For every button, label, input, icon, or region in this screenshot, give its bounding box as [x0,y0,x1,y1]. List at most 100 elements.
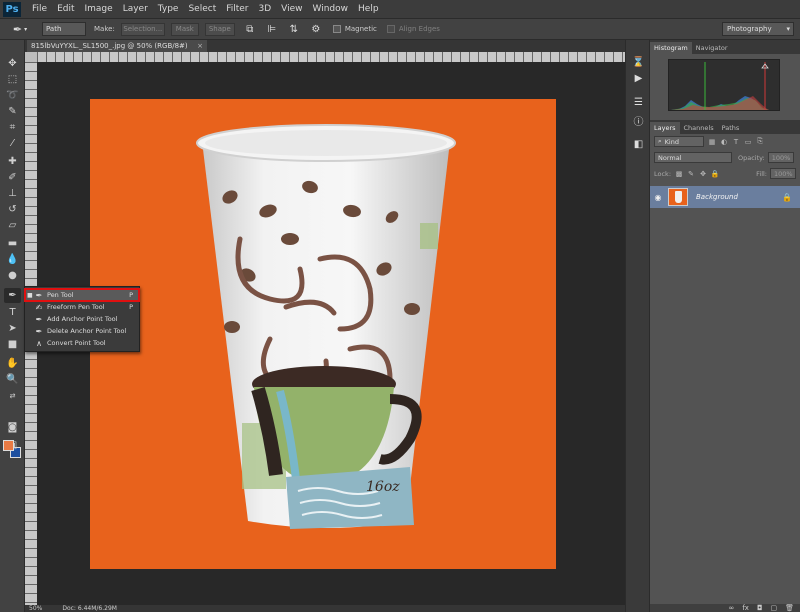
lock-position-icon[interactable]: ✥ [699,170,707,178]
tab-navigator[interactable]: Navigator [692,42,732,54]
flyout-item-delete-anchor-point-tool[interactable]: ✒ Delete Anchor Point Tool [25,325,139,337]
type-filter-icon[interactable]: T [732,138,740,146]
tab-histogram[interactable]: Histogram [650,42,692,54]
adjustment-filter-icon[interactable]: ◐ [720,138,728,146]
cup-size-label: 16oz [366,479,400,495]
fill-input[interactable]: 100% [770,168,796,179]
shape-filter-icon[interactable]: ▭ [744,138,752,146]
flyout-item-add-anchor-point-tool[interactable]: ✒ Add Anchor Point Tool [25,313,139,325]
path-alignment-icon[interactable]: ⊫ [265,22,279,36]
eye-icon[interactable]: ◉ [650,193,666,202]
document-canvas[interactable]: 16oz [90,99,556,569]
close-icon[interactable]: × [197,42,203,50]
ruler-origin[interactable] [25,52,37,62]
chevron-down-icon: ▾ [24,25,28,33]
path-selection-tool-icon[interactable]: ➤ [4,321,21,336]
right-panels: Histogram Navigator Layers Channels Path… [650,40,800,612]
history-panel-icon[interactable]: ⌛ [632,56,645,69]
actions-panel-icon[interactable]: ▶ [632,72,645,85]
menu-window[interactable]: Window [308,4,354,14]
blur-tool-icon[interactable]: 💧 [4,252,21,267]
default-colors-icon[interactable]: ⇄ [4,388,21,403]
flyout-item-pen-tool[interactable]: ■ ✒ Pen Tool P [24,288,140,302]
menu-layer[interactable]: Layer [118,4,153,14]
layer-row-background[interactable]: ◉ Background 🔒 [650,186,800,208]
lock-image-icon[interactable]: ✎ [687,170,695,178]
menu-file[interactable]: File [27,4,52,14]
layer-kind-filter[interactable]: ⌕ Kind [654,136,704,147]
menu-type[interactable]: Type [153,4,184,14]
tab-paths[interactable]: Paths [718,122,744,134]
menu-image[interactable]: Image [80,4,118,14]
flyout-item-convert-point-tool[interactable]: ∧ Convert Point Tool [25,337,139,349]
align-edges-checkbox[interactable] [386,25,395,33]
lock-label: Lock: [654,169,672,178]
horizontal-ruler[interactable] [37,52,625,62]
make-shape-button[interactable]: Shape [204,22,235,36]
menu-edit[interactable]: Edit [52,4,79,14]
pixel-filter-icon[interactable]: ▦ [708,138,716,146]
new-layer-icon[interactable]: ▢ [770,604,777,612]
gradient-tool-icon[interactable]: ▬ [4,236,21,251]
lasso-tool-icon[interactable]: ➰ [4,88,21,103]
delete-anchor-icon: ✒ [35,326,43,336]
crop-tool-icon[interactable]: ⌗ [4,120,21,135]
pen-icon: ✒ [35,290,43,300]
info-panel-icon[interactable]: ⓘ [632,114,645,128]
layer-style-icon[interactable]: fx [742,604,749,612]
properties-panel-icon[interactable]: ☰ [632,96,645,109]
quick-mask-icon[interactable]: ◙ [4,420,21,435]
clone-stamp-tool-icon[interactable]: ⊥ [4,186,21,201]
document-tab[interactable]: 815lbVuYYXL._SL1500_.jpg @ 50% (RGB/8#) … [27,40,207,52]
hand-tool-icon[interactable]: ✋ [4,356,21,371]
type-tool-icon[interactable]: T [4,305,21,320]
rectangle-tool-icon[interactable]: ■ [4,337,21,352]
opacity-label: Opacity: [738,153,765,162]
brush-tool-icon[interactable]: ✐ [4,170,21,185]
marquee-tool-icon[interactable]: ⬚ [4,72,21,87]
path-arrangement-icon[interactable]: ⇅ [287,22,301,36]
workspace-select[interactable]: Photography ▾ [722,22,794,36]
link-layers-icon[interactable]: ∞ [728,604,734,612]
zoom-level[interactable]: 50% [29,605,42,612]
make-mask-button[interactable]: Mask [170,22,199,36]
tab-channels[interactable]: Channels [680,122,718,134]
foreground-color-swatch[interactable] [3,440,14,451]
histogram-chart [671,62,769,110]
layer-filter-row: ⌕ Kind ▦ ◐ T ▭ ⎘ [654,136,796,147]
tool-mode-select[interactable]: Path [42,22,86,36]
path-operations-icon[interactable]: ⧉ [243,22,257,36]
flyout-item-freeform-pen-tool[interactable]: ✍ Freeform Pen Tool P [25,301,139,313]
add-mask-icon[interactable]: ◘ [757,604,763,612]
chevron-down-icon: ▾ [786,25,790,33]
eraser-tool-icon[interactable]: ▱ [4,218,21,233]
trash-icon[interactable]: 🗑 [785,604,794,612]
move-tool-icon[interactable]: ✥ [4,56,21,71]
menu-select[interactable]: Select [183,4,221,14]
quick-selection-tool-icon[interactable]: ✎ [4,104,21,119]
lock-all-icon[interactable]: 🔒 [711,170,720,178]
magnetic-checkbox[interactable] [332,25,341,33]
zoom-tool-icon[interactable]: 🔍 [4,372,21,387]
healing-brush-tool-icon[interactable]: ✚ [4,154,21,169]
adjustments-panel-icon[interactable]: ◧ [632,138,645,151]
tab-layers[interactable]: Layers [650,122,680,134]
pen-icon: ✒ [12,22,23,36]
pen-tool-icon[interactable]: ✒ [4,288,21,303]
convert-point-icon: ∧ [36,338,42,348]
smart-object-filter-icon[interactable]: ⎘ [756,137,764,146]
blend-mode-select[interactable]: Normal [654,152,732,163]
history-brush-tool-icon[interactable]: ↺ [4,202,21,217]
tool-preset-picker[interactable]: ✒ ▾ [6,20,34,38]
make-selection-button[interactable]: Selection... [120,22,165,36]
search-icon: ⌕ [658,137,662,145]
menu-view[interactable]: View [276,4,307,14]
lock-transparent-icon[interactable]: ▩ [675,170,683,178]
menu-filter[interactable]: Filter [221,4,253,14]
opacity-input[interactable]: 100% [767,152,794,163]
eyedropper-tool-icon[interactable]: ⁄ [4,136,21,151]
menu-help[interactable]: Help [353,4,384,14]
dodge-tool-icon[interactable]: ● [4,268,21,283]
menu-3d[interactable]: 3D [254,4,277,14]
gear-icon[interactable]: ⚙ [309,22,323,36]
